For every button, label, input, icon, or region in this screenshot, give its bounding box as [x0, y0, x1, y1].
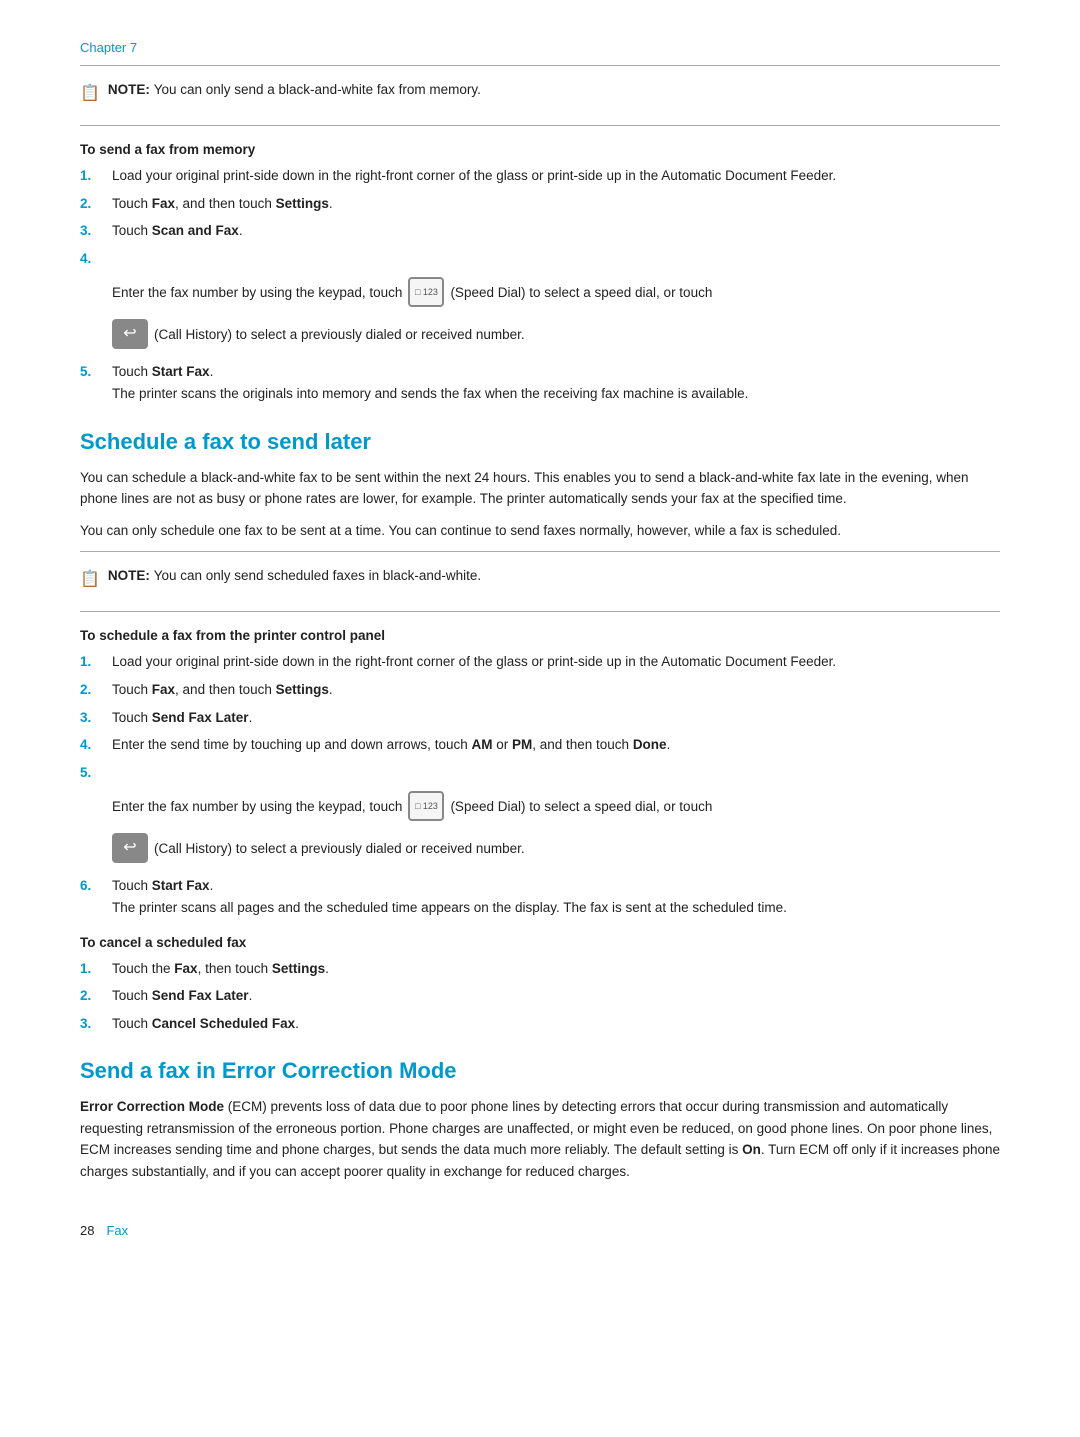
footer-page: 28	[80, 1223, 94, 1238]
sched-step-4-num: 4.	[80, 734, 112, 756]
ecm-para: Error Correction Mode (ECM) prevents los…	[80, 1096, 1000, 1182]
schedule-sub-heading: To schedule a fax from the printer contr…	[80, 628, 1000, 643]
sched-step-1-num: 1.	[80, 651, 112, 673]
cancel-steps: 1. Touch the Fax, then touch Settings. 2…	[80, 958, 1000, 1035]
cancel-step-3-num: 3.	[80, 1013, 112, 1035]
note-icon-1: 📋	[80, 83, 100, 103]
call-history-icon-2	[112, 833, 148, 863]
schedule-para1: You can schedule a black-and-white fax t…	[80, 467, 1000, 510]
sched-step-6-text: Touch Start Fax.	[112, 875, 1000, 897]
cancel-step-3-text: Touch Cancel Scheduled Fax.	[112, 1013, 1000, 1035]
step-5-subtext: The printer scans the originals into mem…	[112, 383, 748, 405]
step-4-call-history-text: (Call History) to select a previously di…	[154, 324, 525, 346]
cancel-step-2-text: Touch Send Fax Later.	[112, 985, 1000, 1007]
sched-step-2-num: 2.	[80, 679, 112, 701]
note-text-1: NOTE: You can only send a black-and-whit…	[108, 82, 481, 97]
step-4-num: 4.	[80, 248, 112, 270]
sched-step-2-text: Touch Fax, and then touch Settings.	[112, 679, 1000, 701]
note-text-2: NOTE: You can only send scheduled faxes …	[108, 568, 481, 583]
note-box-1: 📋 NOTE: You can only send a black-and-wh…	[80, 74, 1000, 111]
cancel-heading: To cancel a scheduled fax	[80, 935, 1000, 950]
cancel-step-1-num: 1.	[80, 958, 112, 980]
sched-step-4: 4. Enter the send time by touching up an…	[80, 734, 1000, 756]
step-4-call-history: (Call History) to select a previously di…	[112, 319, 525, 349]
cancel-step-1-text: Touch the Fax, then touch Settings.	[112, 958, 1000, 980]
schedule-steps: 1. Load your original print-side down in…	[80, 651, 1000, 918]
top-divider	[80, 65, 1000, 66]
step-3-text: Touch Scan and Fax.	[112, 220, 1000, 242]
footer-label: Fax	[106, 1223, 128, 1238]
step-1-num: 1.	[80, 165, 112, 187]
sched-step-5: 5. Enter the fax number by using the key…	[80, 762, 1000, 870]
page-container: Chapter 7 📋 NOTE: You can only send a bl…	[0, 0, 1080, 1298]
step-4-text-before: Enter the fax number by using the keypad…	[112, 282, 402, 304]
sched-step-1-text: Load your original print-side down in th…	[112, 651, 1000, 673]
step-4: 4. Enter the fax number by using the key…	[80, 248, 1000, 356]
step-1-text: Load your original print-side down in th…	[112, 165, 1000, 187]
call-history-icon	[112, 319, 148, 349]
sched-step-6-subtext: The printer scans all pages and the sche…	[112, 897, 787, 919]
note2-top-divider	[80, 551, 1000, 552]
sched-step-5-text-after: (Speed Dial) to select a speed dial, or …	[450, 796, 712, 818]
send-fax-heading: To send a fax from memory	[80, 142, 1000, 157]
step-4-text-after: (Speed Dial) to select a speed dial, or …	[450, 282, 712, 304]
sched-step-2: 2. Touch Fax, and then touch Settings.	[80, 679, 1000, 701]
step-2: 2. Touch Fax, and then touch Settings.	[80, 193, 1000, 215]
cancel-step-2-num: 2.	[80, 985, 112, 1007]
note-icon-2: 📋	[80, 569, 100, 589]
note-box-2: 📋 NOTE: You can only send scheduled faxe…	[80, 560, 1000, 597]
sched-step-6: 6. Touch Start Fax. The printer scans al…	[80, 875, 1000, 918]
sched-step-5-inline: Enter the fax number by using the keypad…	[112, 791, 712, 821]
sched-step-3: 3. Touch Send Fax Later.	[80, 707, 1000, 729]
step-1: 1. Load your original print-side down in…	[80, 165, 1000, 187]
sched-step-5-num: 5.	[80, 762, 112, 784]
step-5-text: Touch Start Fax.	[112, 361, 1000, 383]
step-5: 5. Touch Start Fax. The printer scans th…	[80, 361, 1000, 404]
sched-step-5-text-before: Enter the fax number by using the keypad…	[112, 796, 402, 818]
ecm-section-title: Send a fax in Error Correction Mode	[80, 1058, 1000, 1084]
step-4-inline: Enter the fax number by using the keypad…	[112, 277, 712, 307]
step-2-num: 2.	[80, 193, 112, 215]
cancel-step-3: 3. Touch Cancel Scheduled Fax.	[80, 1013, 1000, 1035]
step-5-num: 5.	[80, 361, 112, 383]
footer: 28 Fax	[80, 1223, 1000, 1238]
sched-step-6-num: 6.	[80, 875, 112, 897]
step-3-num: 3.	[80, 220, 112, 242]
step-3: 3. Touch Scan and Fax.	[80, 220, 1000, 242]
sched-step-5-call-history-text: (Call History) to select a previously di…	[154, 838, 525, 860]
cancel-step-2: 2. Touch Send Fax Later.	[80, 985, 1000, 1007]
sched-step-5-call-history: (Call History) to select a previously di…	[112, 833, 525, 863]
schedule-section-title: Schedule a fax to send later	[80, 429, 1000, 455]
schedule-para2: You can only schedule one fax to be sent…	[80, 520, 1000, 542]
step-2-text: Touch Fax, and then touch Settings.	[112, 193, 1000, 215]
cancel-step-1: 1. Touch the Fax, then touch Settings.	[80, 958, 1000, 980]
sched-step-3-text: Touch Send Fax Later.	[112, 707, 1000, 729]
note2-bottom-divider	[80, 611, 1000, 612]
sched-step-4-text: Enter the send time by touching up and d…	[112, 734, 1000, 756]
chapter-label: Chapter 7	[80, 40, 1000, 55]
sched-step-1: 1. Load your original print-side down in…	[80, 651, 1000, 673]
speed-dial-icon-2	[408, 791, 444, 821]
note1-bottom-divider	[80, 125, 1000, 126]
send-fax-steps: 1. Load your original print-side down in…	[80, 165, 1000, 405]
sched-step-3-num: 3.	[80, 707, 112, 729]
ecm-bold-label: Error Correction Mode	[80, 1099, 224, 1114]
speed-dial-icon	[408, 277, 444, 307]
